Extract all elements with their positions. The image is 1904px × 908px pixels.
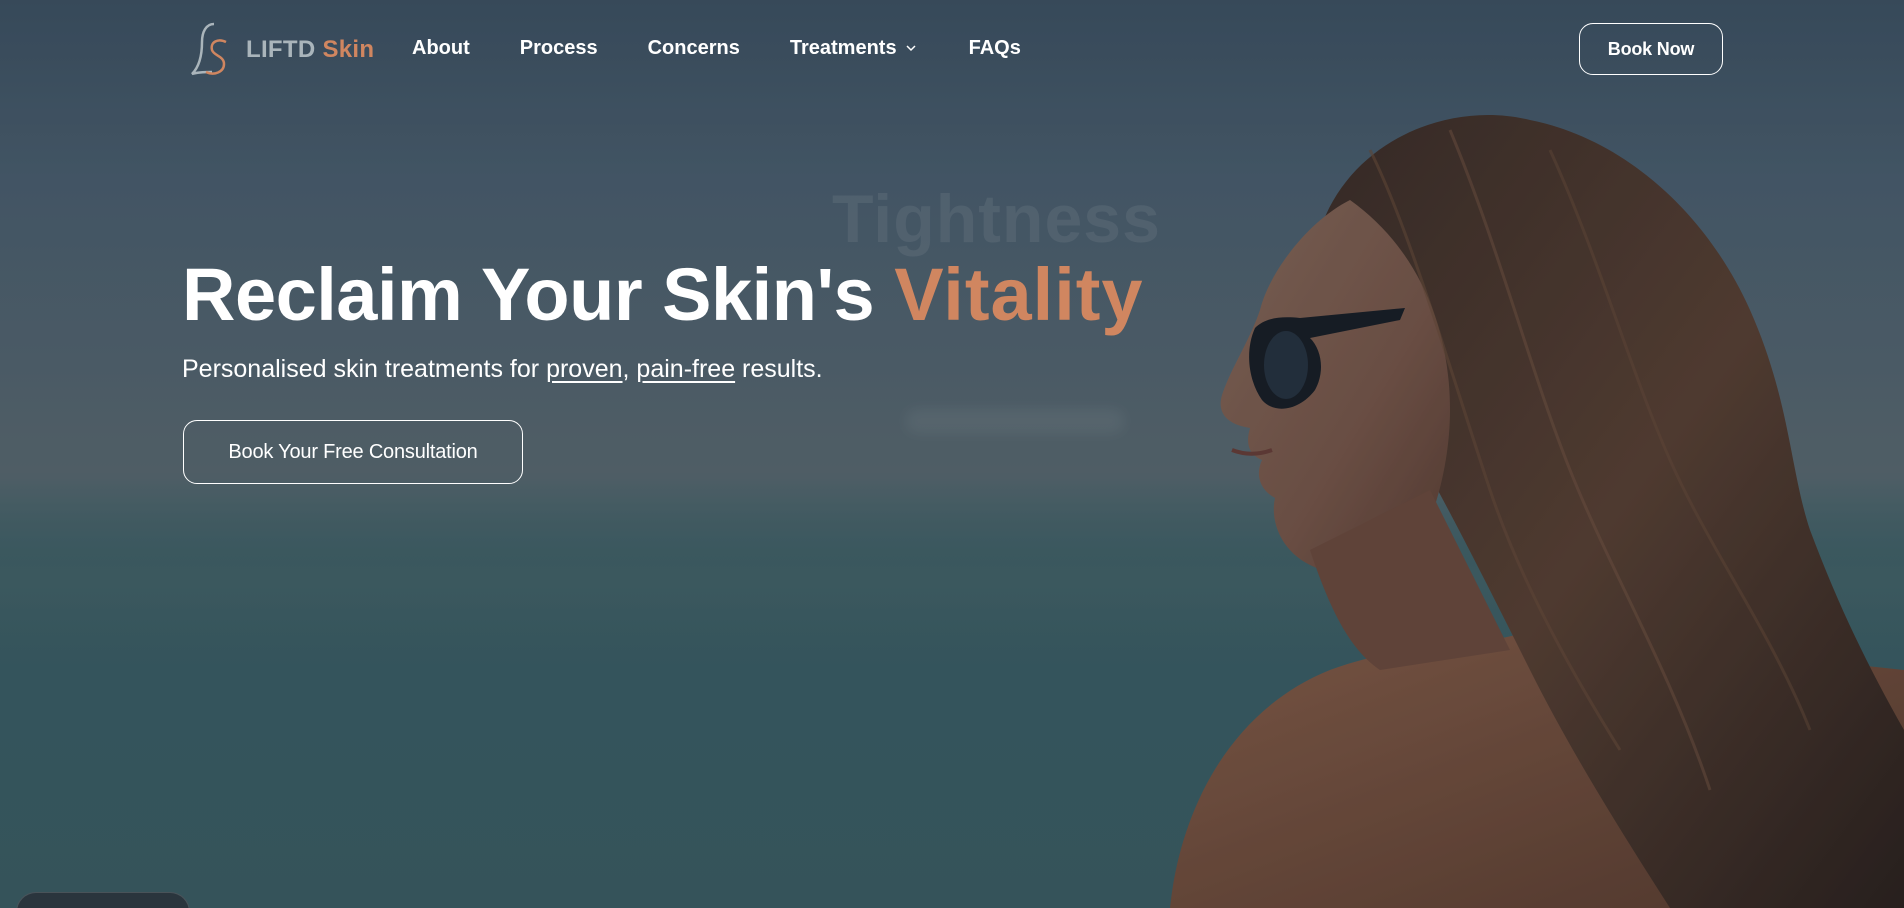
link-pain-free[interactable]: pain-free [636,355,735,383]
subline-text-start: Personalised skin treatments for [182,355,547,383]
nav-item-concerns[interactable]: Concerns [648,34,740,62]
subline-text-end: results. [735,355,823,383]
subline-comma: , [622,355,637,383]
nav-item-label: Treatments [789,36,897,59]
hero-subheading: Personalised skin treatments for proven,… [182,355,823,384]
nav-item-about[interactable]: About [412,34,470,62]
ls-monogram-icon [191,22,227,76]
free-consultation-button[interactable]: Book Your Free Consultation [183,420,523,484]
nav-item-label: Process [519,36,598,59]
hero-headline: Reclaim Your Skin's Vitality [182,252,1144,337]
link-proven[interactable]: proven [546,355,622,383]
nav-item-label: About [412,36,470,59]
nav-item-label: FAQs [968,36,1021,59]
site-header: LIFTD Skin About Process Concerns Treatm… [0,0,1904,100]
brand-word-skin: Skin [322,36,375,63]
rotating-ghost-word: Tightness [832,181,1161,257]
nav-item-process[interactable]: Process [520,34,598,62]
floating-widget[interactable] [16,892,190,908]
chevron-down-icon [906,45,916,52]
brand-logo-link[interactable]: LIFTD Skin [188,22,374,78]
main-nav: About Process Concerns Treatments FAQs [412,34,1071,62]
nav-item-faqs[interactable]: FAQs [969,34,1021,62]
ghost-word-blur [905,408,1125,434]
brand-name: LIFTD Skin [246,36,374,64]
nav-item-treatments[interactable]: Treatments [790,34,917,62]
brand-word-liftd: LIFTD [246,36,316,63]
nav-item-label: Concerns [647,36,740,59]
book-now-button[interactable]: Book Now [1579,23,1723,75]
headline-accent: Vitality [894,253,1144,336]
headline-main: Reclaim Your Skin's [182,253,875,336]
